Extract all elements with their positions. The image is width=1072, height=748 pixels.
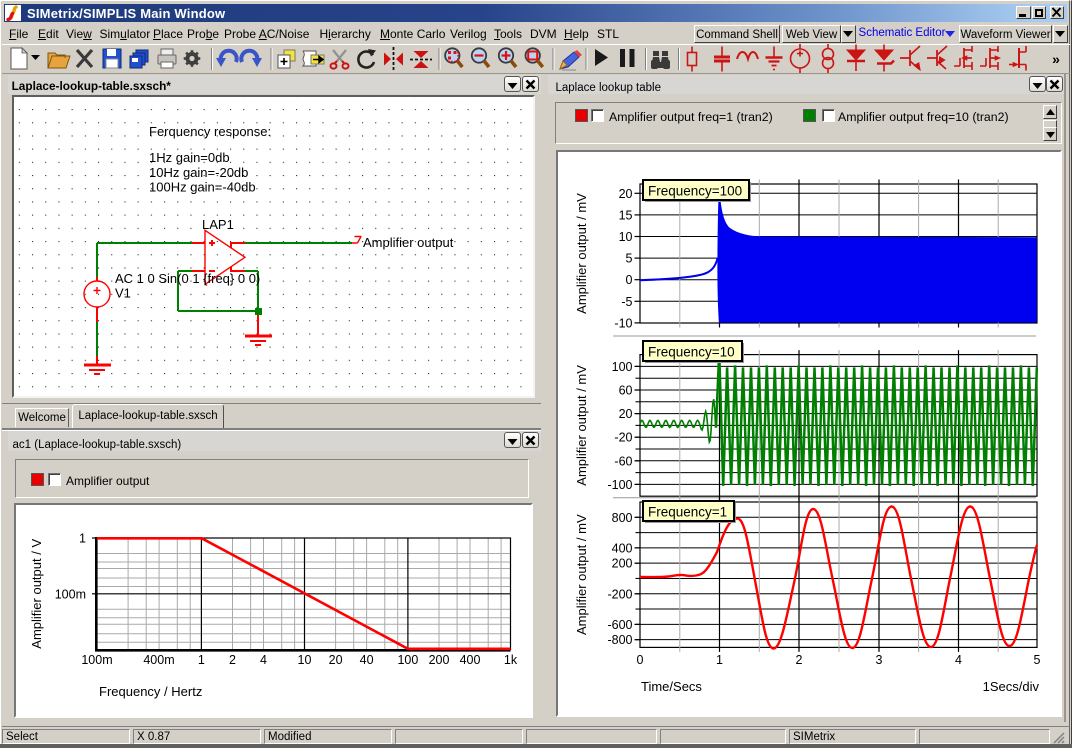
svg-text:1k: 1k — [504, 653, 518, 667]
svg-text:Frequency=1: Frequency=1 — [648, 505, 727, 520]
svg-text:100Hz gain=-40db: 100Hz gain=-40db — [149, 180, 256, 195]
svg-text:10: 10 — [619, 230, 633, 244]
svg-text:Frequency / Hertz: Frequency / Hertz — [99, 684, 202, 699]
svg-text:3: 3 — [876, 653, 883, 667]
svg-text:10: 10 — [298, 653, 312, 667]
svg-text:Ferquency response:: Ferquency response: — [149, 124, 271, 139]
svg-text:1Secs/div: 1Secs/div — [983, 679, 1040, 694]
svg-text:2: 2 — [796, 653, 803, 667]
svg-text:400m: 400m — [143, 653, 174, 667]
svg-text:1: 1 — [716, 653, 723, 667]
svg-text:Amplifier output / mV: Amplifier output / mV — [574, 365, 589, 486]
svg-text:1: 1 — [198, 653, 205, 667]
svg-text:-600: -600 — [607, 618, 632, 632]
svg-text:100m: 100m — [81, 653, 112, 667]
svg-text:-5: -5 — [621, 295, 632, 309]
svg-text:20: 20 — [619, 187, 633, 201]
svg-text:4: 4 — [260, 653, 267, 667]
svg-text:-60: -60 — [614, 454, 632, 468]
svg-text:LAP1: LAP1 — [202, 217, 234, 232]
svg-text:-200: -200 — [607, 587, 632, 601]
svg-text:-800: -800 — [607, 633, 632, 647]
svg-text:Frequency=10: Frequency=10 — [648, 345, 735, 360]
svg-text:0: 0 — [637, 653, 644, 667]
svg-text:5: 5 — [626, 252, 633, 266]
svg-text:400: 400 — [612, 541, 633, 555]
svg-text:1: 1 — [79, 532, 86, 546]
svg-text:100: 100 — [397, 653, 418, 667]
svg-text:Amplifier output / V: Amplifier output / V — [29, 539, 44, 649]
svg-text:»: » — [1052, 51, 1060, 67]
svg-text:10Hz gain=-20db: 10Hz gain=-20db — [149, 165, 248, 180]
svg-text:2: 2 — [229, 653, 236, 667]
svg-text:Amplifier output: Amplifier output — [363, 235, 454, 250]
svg-text:0: 0 — [626, 273, 633, 287]
svg-text:Frequency=100: Frequency=100 — [648, 184, 742, 199]
svg-text:20: 20 — [619, 407, 633, 421]
svg-text:Amplifier output / mV: Amplifier output / mV — [574, 514, 589, 635]
svg-text:V1: V1 — [115, 286, 131, 301]
svg-text:4: 4 — [955, 653, 962, 667]
svg-text:60: 60 — [619, 384, 633, 398]
svg-text:-20: -20 — [614, 431, 632, 445]
svg-text:100m: 100m — [55, 587, 86, 601]
svg-text:40: 40 — [360, 653, 374, 667]
svg-text:1Hz gain=0db: 1Hz gain=0db — [149, 150, 230, 165]
svg-text:100: 100 — [612, 360, 633, 374]
svg-text:-100: -100 — [607, 478, 632, 492]
svg-text:400: 400 — [460, 653, 481, 667]
svg-text:AC 1 0 Sin(0 1 {freq} 0 0): AC 1 0 Sin(0 1 {freq} 0 0) — [115, 271, 260, 286]
svg-text:800: 800 — [612, 511, 633, 525]
svg-text:20: 20 — [329, 653, 343, 667]
svg-text:200: 200 — [612, 557, 633, 571]
svg-text:Time/Secs: Time/Secs — [641, 679, 702, 694]
svg-text:Amplifier output / mV: Amplifier output / mV — [574, 193, 589, 314]
svg-text:5: 5 — [1034, 653, 1041, 667]
svg-text:200: 200 — [429, 653, 450, 667]
svg-text:-10: -10 — [614, 316, 632, 330]
svg-text:15: 15 — [619, 208, 633, 222]
